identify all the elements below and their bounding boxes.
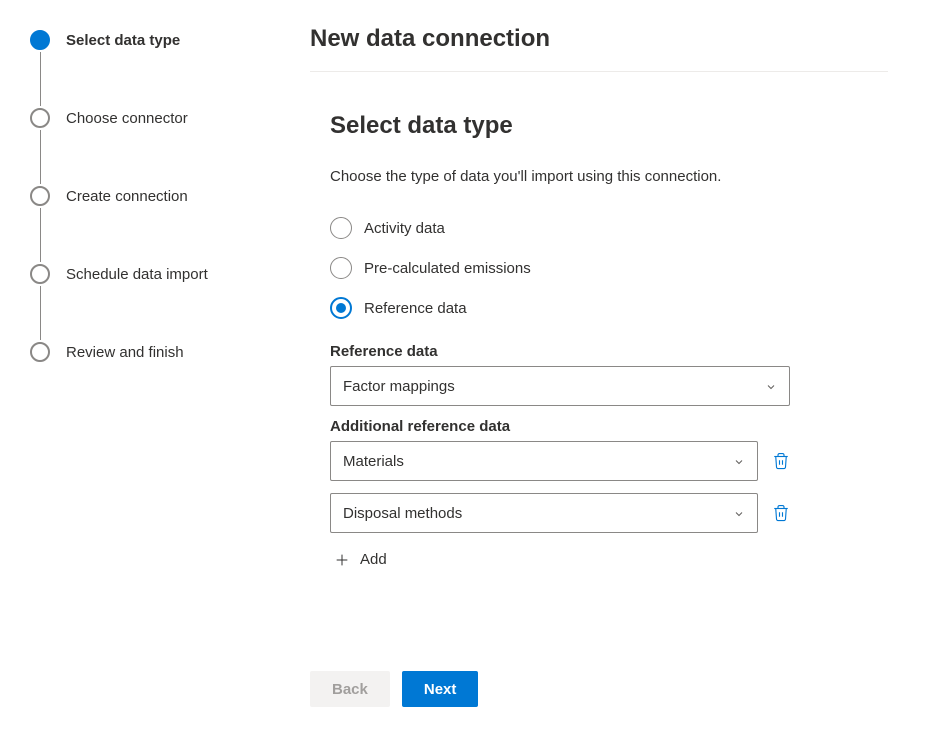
step-label: Schedule data import: [66, 266, 208, 283]
reference-data-value: Factor mappings: [343, 378, 455, 395]
reference-data-label: Reference data: [330, 343, 790, 360]
page-title: New data connection: [310, 25, 888, 72]
wizard-step[interactable]: Review and finish: [30, 342, 290, 362]
step-label: Select data type: [66, 32, 180, 49]
wizard-sidebar: Select data type Choose connector Create…: [0, 0, 310, 733]
radio-label: Activity data: [364, 220, 445, 237]
step-circle-icon: [30, 342, 50, 362]
additional-select-row: Materials: [330, 441, 790, 481]
wizard-step[interactable]: Choose connector: [30, 108, 290, 186]
wizard-step[interactable]: Select data type: [30, 30, 290, 108]
wizard-step[interactable]: Create connection: [30, 186, 290, 264]
data-type-radio-option[interactable]: Activity data: [330, 217, 790, 239]
data-type-radio-group: Activity data Pre-calculated emissions R…: [330, 217, 790, 319]
data-type-radio-option[interactable]: Pre-calculated emissions: [330, 257, 790, 279]
step-circle-icon: [30, 30, 50, 50]
step-label: Choose connector: [66, 110, 188, 127]
trash-icon: [772, 458, 790, 474]
additional-select[interactable]: Disposal methods: [330, 493, 758, 533]
data-type-radio-option[interactable]: Reference data: [330, 297, 790, 319]
radio-circle-icon: [330, 257, 352, 279]
add-button-label: Add: [360, 551, 387, 568]
step-circle-icon: [30, 264, 50, 284]
additional-reference-label: Additional reference data: [330, 418, 790, 435]
chevron-down-icon: [733, 507, 745, 519]
delete-button[interactable]: [772, 503, 790, 523]
reference-data-select[interactable]: Factor mappings: [330, 366, 790, 406]
wizard-step[interactable]: Schedule data import: [30, 264, 290, 342]
additional-select[interactable]: Materials: [330, 441, 758, 481]
wizard-steps-list: Select data type Choose connector Create…: [30, 30, 290, 362]
additional-select-value: Materials: [343, 453, 404, 470]
additional-select-row: Disposal methods: [330, 493, 790, 533]
chevron-down-icon: [765, 380, 777, 392]
step-circle-icon: [30, 186, 50, 206]
step-label: Review and finish: [66, 344, 184, 361]
main-panel: New data connection Select data type Cho…: [310, 0, 928, 733]
delete-button[interactable]: [772, 451, 790, 471]
radio-label: Pre-calculated emissions: [364, 260, 531, 277]
radio-circle-icon: [330, 217, 352, 239]
trash-icon: [772, 510, 790, 526]
section-description: Choose the type of data you'll import us…: [330, 166, 790, 187]
radio-circle-icon: [330, 297, 352, 319]
chevron-down-icon: [733, 455, 745, 467]
add-button[interactable]: Add: [330, 545, 790, 574]
additional-select-value: Disposal methods: [343, 505, 462, 522]
content-area: Select data type Choose the type of data…: [310, 72, 790, 645]
step-circle-icon: [30, 108, 50, 128]
section-heading: Select data type: [330, 112, 790, 140]
additional-items-container: Materials Disposal methods: [330, 441, 790, 533]
radio-label: Reference data: [364, 300, 467, 317]
next-button[interactable]: Next: [402, 671, 479, 707]
plus-icon: [334, 552, 350, 568]
back-button[interactable]: Back: [310, 671, 390, 707]
step-label: Create connection: [66, 188, 188, 205]
wizard-footer: Back Next: [310, 645, 888, 733]
